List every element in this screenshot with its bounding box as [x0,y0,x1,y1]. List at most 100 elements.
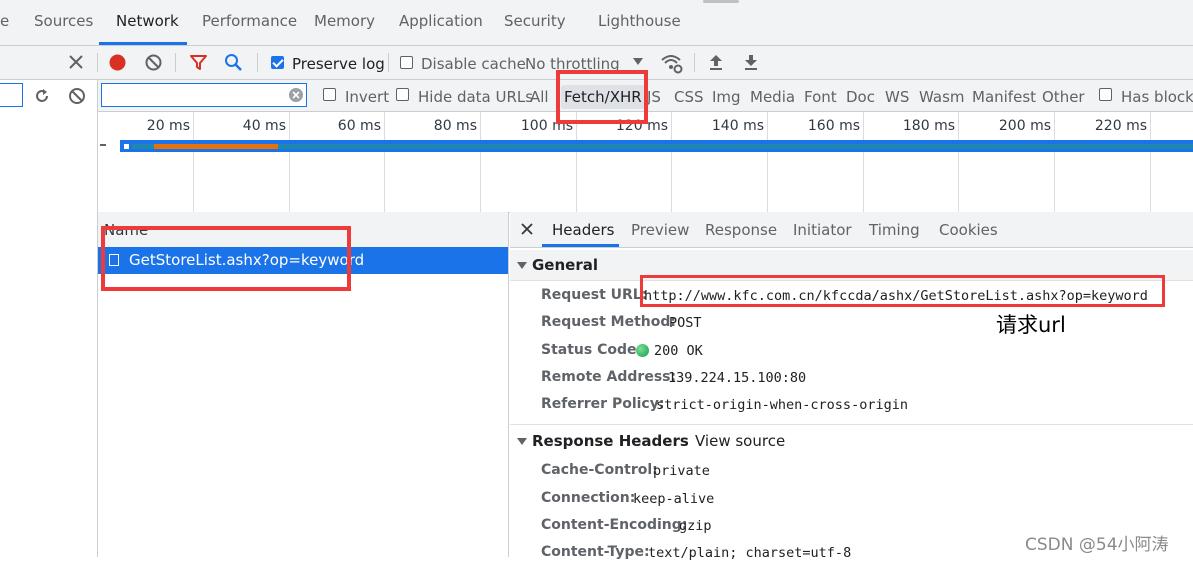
toolbar-divider [694,53,695,72]
filter-type-doc[interactable]: Doc [846,88,875,106]
content-type-value: text/plain; charset=utf-8 [648,545,852,561]
reload-icon[interactable] [33,87,51,105]
upload-icon[interactable] [707,53,725,72]
filter-type-img[interactable]: Img [712,88,741,106]
highlight-box-fetch-xhr [556,70,648,124]
highlight-box-request [101,226,351,291]
tab-lighthouse[interactable]: Lighthouse [598,12,681,30]
tab-performance[interactable]: Performance [202,12,297,30]
timeline-tick: 20 ms [146,118,190,134]
tab-initiator[interactable]: Initiator [793,221,852,239]
toolbar-divider [97,53,98,72]
timeline-tick: 200 ms [998,118,1051,134]
tab-network[interactable]: Network [116,12,179,30]
close-icon[interactable] [68,54,84,70]
hide-data-urls-label: Hide data URLs [418,88,534,106]
invert-checkbox[interactable] [323,88,336,101]
connection-value: keep-alive [633,491,715,507]
timeline-tick: 140 ms [711,118,764,134]
tab-partial[interactable]: e [0,12,9,30]
timeline-request-start [124,144,129,149]
tab-timing[interactable]: Timing [869,221,920,239]
tab-preview[interactable]: Preview [631,221,689,239]
timeline-gridline [767,112,768,212]
tab-memory[interactable]: Memory [314,12,375,30]
response-headers-title: Response Headers [532,432,689,450]
timeline-tick: 80 ms [433,118,477,134]
details-tab-bar: Headers Preview Response Initiator Timin… [510,212,1193,248]
remote-address-key: Remote Address: [541,369,677,385]
response-headers-section-header[interactable]: Response Headers View source [510,426,1193,454]
partial-input[interactable] [0,83,23,107]
request-details-panel: Headers Preview Response Initiator Timin… [510,212,1193,561]
clear-input-icon[interactable] [289,88,303,102]
cache-control-value: private [653,463,710,479]
timeline-tick: 40 ms [242,118,286,134]
request-method-key: Request Method: [541,314,676,330]
referrer-policy-value: strict-origin-when-cross-origin [656,397,908,413]
record-icon[interactable] [108,53,127,72]
timeline-gridline [958,112,959,212]
disable-cache-label: Disable cache [421,55,526,73]
timeline-gridline [193,112,194,212]
wifi-settings-icon[interactable] [660,52,684,74]
active-tab-indicator [542,244,619,247]
timeline-tick: 60 ms [337,118,381,134]
filter-type-wasm[interactable]: Wasm [919,88,965,106]
filter-type-media[interactable]: Media [750,88,795,106]
cache-control-key: Cache-Control: [541,462,658,478]
resize-handle[interactable] [703,0,739,3]
preserve-log-checkbox[interactable] [271,56,284,69]
filter-type-manifest[interactable]: Manifest [972,88,1036,106]
tab-response[interactable]: Response [705,221,777,239]
chevron-down-icon[interactable] [633,58,643,66]
filter-type-js[interactable]: JS [647,88,661,106]
disable-cache-checkbox[interactable] [400,56,413,69]
content-encoding-value: gzip [679,518,712,534]
timeline-download-bar [154,144,278,149]
filter-type-css[interactable]: CSS [674,88,704,106]
preserve-log-label: Preserve log [292,55,385,73]
watermark: CSDN @54小阿涛 [1025,535,1169,555]
toolbar-divider [388,53,389,72]
block-icon[interactable] [68,87,86,105]
filter-type-font[interactable]: Font [804,88,837,106]
filter-type-other[interactable]: Other [1042,88,1085,106]
content-type-key: Content-Type: [541,544,650,560]
timeline-gridline [1054,112,1055,212]
filter-input[interactable] [101,83,307,107]
general-title: General [532,256,598,274]
close-icon[interactable] [521,223,533,235]
active-tab-indicator [99,42,187,45]
section-divider [510,424,1193,425]
timeline-waiting-bar [132,144,1193,149]
timeline-gridline [863,112,864,212]
content-encoding-key: Content-Encoding: [541,517,688,533]
connection-key: Connection: [541,490,636,506]
filter-type-ws[interactable]: WS [885,88,909,106]
clear-icon[interactable] [144,53,163,72]
tab-headers[interactable]: Headers [552,221,614,239]
status-code-key: Status Code: [541,342,643,358]
toolbar-divider [257,53,258,72]
filter-icon[interactable] [189,53,208,72]
timeline-gridline [480,112,481,212]
timeline-tick: 180 ms [902,118,955,134]
has-blocked-checkbox[interactable] [1099,88,1112,101]
status-code-value: 200 OK [654,343,703,359]
has-blocked-label: Has blocke [1121,88,1193,106]
referrer-policy-key: Referrer Policy: [541,396,665,412]
request-method-value: POST [669,315,702,331]
network-timeline-overview[interactable]: 20 ms 40 ms 60 ms 80 ms 100 ms 120 ms 14… [98,112,1193,213]
tab-sources[interactable]: Sources [34,12,93,30]
filter-type-all[interactable]: All [530,88,549,106]
search-icon[interactable] [224,53,243,72]
toolbar-divider [175,53,176,72]
status-ok-icon [636,344,649,357]
hide-data-urls-checkbox[interactable] [396,88,409,101]
view-source-link[interactable]: View source [695,432,785,450]
tab-application[interactable]: Application [399,12,483,30]
tab-cookies[interactable]: Cookies [939,221,998,239]
tab-security[interactable]: Security [504,12,566,30]
download-icon[interactable] [742,53,760,72]
